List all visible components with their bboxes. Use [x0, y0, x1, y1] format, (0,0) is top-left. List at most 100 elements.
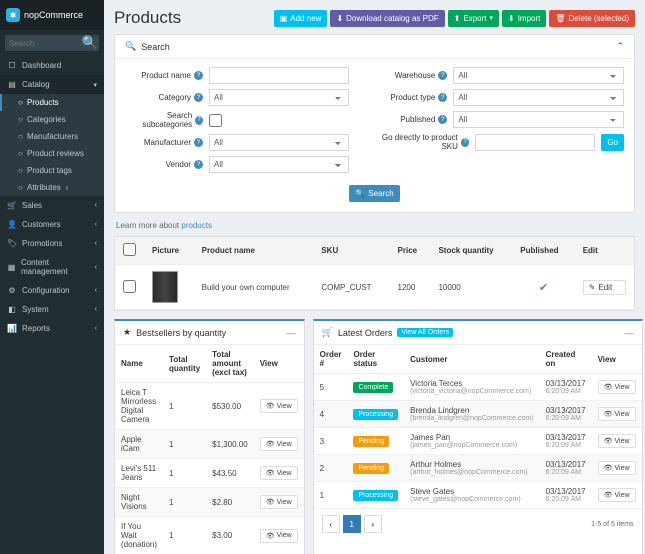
menu-promotions[interactable]: 🏷Promotions‹ — [0, 234, 104, 253]
view-button[interactable]: 👁 View — [260, 529, 298, 543]
category-select[interactable]: All — [209, 89, 349, 106]
chevron-left-icon: ‹ — [95, 306, 97, 313]
pager-prev[interactable]: ‹ — [322, 515, 340, 533]
submenu-attributes[interactable]: ○Attributes‹ — [0, 179, 104, 196]
search-panel-header[interactable]: 🔍 Search ⌃ — [115, 35, 634, 59]
cell-customer: Brenda Lindgren(brenda_lindgren@nopComme… — [404, 401, 539, 428]
view-button[interactable]: 👁 View — [598, 434, 636, 448]
import-button[interactable]: ⬇Import — [502, 10, 546, 27]
th-published: Published — [512, 237, 574, 265]
cell-qty: 1 — [163, 383, 206, 430]
collapse-icon[interactable]: ⌃ — [616, 41, 624, 52]
go-button[interactable]: Go — [601, 134, 624, 151]
cell-name: Apple iCam — [115, 430, 163, 459]
warehouse-select[interactable]: All — [453, 67, 624, 84]
product-type-select[interactable]: All — [453, 89, 624, 106]
help-icon[interactable]: ? — [195, 116, 203, 125]
th-view: View — [592, 345, 642, 374]
manufacturer-select[interactable]: All — [209, 134, 349, 151]
logo[interactable]: ✱ nopCommerce — [0, 0, 104, 30]
published-select[interactable]: All — [453, 111, 624, 128]
submenu-manufacturers[interactable]: ○Manufacturers — [0, 128, 104, 145]
delete-selected-button[interactable]: 🗑Delete (selected) — [549, 10, 635, 27]
table-row: If You Wait (donation)1$3.00👁 View — [115, 517, 304, 554]
menu-config[interactable]: ⚙Configuration‹ — [0, 281, 104, 300]
orders-header: 🛒 Latest Orders View All Orders — — [314, 321, 642, 344]
tags-icon: 🏷 — [7, 239, 17, 248]
view-button[interactable]: 👁 View — [598, 407, 636, 421]
menu-reports[interactable]: 📊Reports‹ — [0, 319, 104, 338]
sidebar-search-button[interactable]: 🔍 — [81, 35, 99, 51]
label-warehouse: Warehouse? — [369, 71, 447, 80]
help-icon[interactable]: ? — [194, 160, 203, 169]
cell-order-num: 4 — [314, 401, 348, 428]
view-button[interactable]: 👁 View — [598, 380, 636, 394]
edit-button[interactable]: ✎Edit — [583, 280, 626, 295]
submenu-reviews[interactable]: ○Product reviews — [0, 145, 104, 162]
eye-icon: 👁 — [266, 532, 275, 540]
th-picture: Picture — [144, 237, 194, 265]
submenu-tags[interactable]: ○Product tags — [0, 162, 104, 179]
view-button[interactable]: 👁 View — [260, 437, 298, 451]
table-row: Levi's 511 Jeans1$43.50👁 View — [115, 459, 304, 488]
cell-amount: $1,300.00 — [206, 430, 254, 459]
view-button[interactable]: 👁 View — [260, 466, 298, 480]
add-new-button[interactable]: ▣Add new — [274, 10, 328, 27]
view-button[interactable]: 👁 View — [598, 488, 636, 502]
pager-info: 1-5 of 5 items — [591, 521, 633, 528]
help-icon[interactable]: ? — [461, 138, 469, 147]
view-button[interactable]: 👁 View — [260, 495, 298, 509]
logo-text: nopCommerce — [24, 10, 83, 20]
cell-amount: $3.00 — [206, 517, 254, 554]
menu-content[interactable]: ▦Content management‹ — [0, 253, 104, 281]
orders-title: Latest Orders — [338, 328, 393, 338]
menu-catalog[interactable]: ▤Catalog▾ — [0, 75, 104, 94]
table-row: 4ProcessingBrenda Lindgren(brenda_lindgr… — [314, 401, 642, 428]
menu-system[interactable]: ◧System‹ — [0, 300, 104, 319]
table-row: Night Visions1$2.80👁 View — [115, 488, 304, 517]
submenu-categories[interactable]: ○Categories — [0, 111, 104, 128]
menu-customers[interactable]: 👤Customers‹ — [0, 215, 104, 234]
caret-down-icon: ▾ — [489, 14, 493, 22]
product-name-input[interactable] — [209, 67, 349, 84]
widgets-row: ★ Bestsellers by quantity — Name Total q… — [114, 319, 635, 554]
help-icon[interactable]: ? — [194, 138, 203, 147]
view-all-orders-button[interactable]: View All Orders — [397, 328, 453, 337]
minus-icon[interactable]: — — [287, 328, 296, 338]
main-menu: ☐Dashboard ▤Catalog▾ — [0, 56, 104, 94]
cell-name: Night Visions — [115, 488, 163, 517]
help-icon[interactable]: ? — [438, 71, 447, 80]
search-panel: 🔍 Search ⌃ Product name? Category?All Se… — [114, 34, 635, 213]
row-checkbox[interactable] — [123, 280, 136, 293]
menu-dashboard[interactable]: ☐Dashboard — [0, 56, 104, 75]
label-sku: Go directly to product SKU? — [369, 133, 469, 151]
help-icon[interactable]: ? — [194, 71, 203, 80]
pager-page-1[interactable]: 1 — [343, 515, 361, 533]
vendor-select[interactable]: All — [209, 156, 349, 173]
view-button[interactable]: 👁 View — [260, 399, 298, 413]
pager-next[interactable]: › — [364, 515, 382, 533]
submenu-products[interactable]: ○Products — [0, 94, 104, 111]
learn-more-link[interactable]: products — [181, 221, 212, 230]
menu-sales[interactable]: 🛒Sales‹ — [0, 196, 104, 215]
subcategories-checkbox[interactable] — [209, 114, 222, 127]
cart-icon: 🛒 — [7, 201, 17, 210]
bestsellers-table: Name Total quantity Total amount (excl t… — [115, 344, 304, 554]
help-icon[interactable]: ? — [438, 93, 447, 102]
trash-icon: 🗑 — [555, 14, 565, 23]
select-all-checkbox[interactable] — [123, 243, 136, 256]
sidebar-search-input[interactable] — [5, 35, 81, 51]
chevron-left-icon: ‹ — [95, 202, 97, 209]
view-button[interactable]: 👁 View — [598, 461, 636, 475]
cell-name: Build your own computer — [194, 265, 314, 310]
download-pdf-button[interactable]: ⬇Download catalog as PDF — [330, 10, 444, 27]
th-stock: Stock quantity — [430, 237, 512, 265]
search-button[interactable]: 🔍Search — [349, 185, 399, 202]
cell-stock: 10000 — [430, 265, 512, 310]
help-icon[interactable]: ? — [194, 93, 203, 102]
export-button[interactable]: ⬆Export▾ — [448, 10, 499, 27]
minus-icon[interactable]: — — [625, 328, 634, 338]
sku-input[interactable] — [475, 134, 595, 151]
help-icon[interactable]: ? — [438, 115, 447, 124]
eye-icon: 👁 — [266, 402, 275, 410]
